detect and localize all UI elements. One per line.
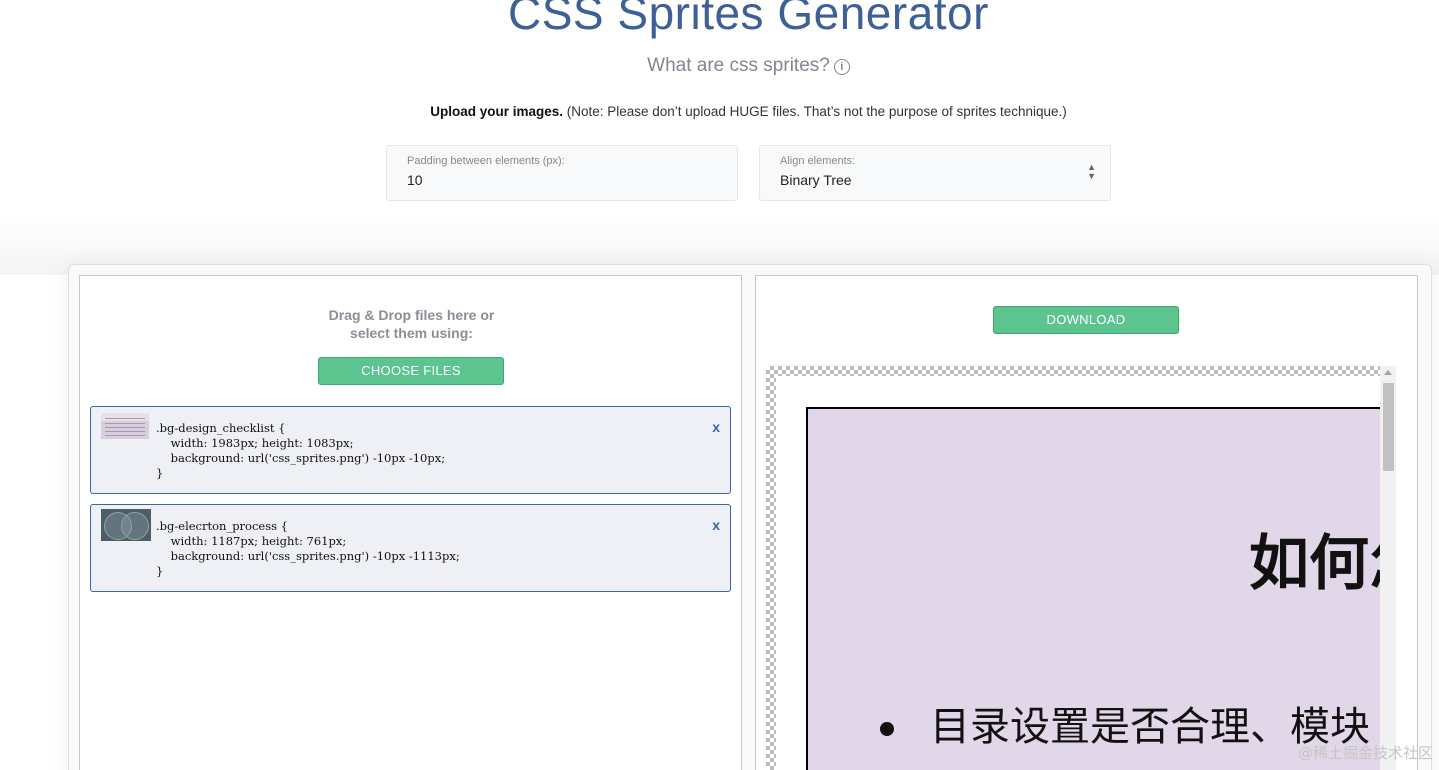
watermark: @稀土掘金技术社区 xyxy=(1297,744,1433,762)
sprite-thumbnail xyxy=(101,509,151,541)
preview-panel: DOWNLOAD 如何怎 目录设置是否合理、模块 xyxy=(755,275,1418,770)
padding-field[interactable]: Padding between elements (px): 10 xyxy=(386,145,738,201)
info-icon[interactable]: i xyxy=(833,59,850,75)
preview-canvas: 如何怎 目录设置是否合理、模块 xyxy=(776,376,1392,770)
scroll-thumb[interactable] xyxy=(1383,383,1394,471)
drop-text-line1: Drag & Drop files here or xyxy=(328,307,495,323)
sprite-preview[interactable]: 如何怎 目录设置是否合理、模块 xyxy=(766,366,1392,770)
scroll-up-icon[interactable] xyxy=(1384,370,1392,375)
upload-note-bold: Upload your images. xyxy=(430,104,563,119)
choose-files-button[interactable]: CHOOSE FILES xyxy=(318,357,504,385)
padding-input[interactable]: 10 xyxy=(407,172,717,188)
align-label: Align elements: xyxy=(780,155,856,167)
sprite-thumbnail xyxy=(101,413,149,439)
sprite-image: 如何怎 目录设置是否合理、模块 xyxy=(806,407,1392,770)
sprite-item[interactable]: .bg-design_checklist { width: 1983px; he… xyxy=(90,406,731,494)
align-select[interactable]: Align elements: Binary Tree ▲ ▼ xyxy=(759,145,1111,201)
download-button[interactable]: DOWNLOAD xyxy=(993,306,1179,334)
upload-note: Upload your images. (Note: Please don’t … xyxy=(0,104,1439,119)
subtitle-text[interactable]: What are css sprites? xyxy=(647,55,830,76)
page: CSS Sprites Generator What are css sprit… xyxy=(0,0,1439,770)
subtitle-link[interactable]: What are css sprites? i xyxy=(0,55,1439,77)
page-title: CSS Sprites Generator xyxy=(508,0,989,39)
align-value[interactable]: Binary Tree xyxy=(780,172,1090,188)
padding-label: Padding between elements (px): xyxy=(407,155,565,167)
remove-item-icon[interactable]: x xyxy=(712,419,720,435)
preview-scrollbar[interactable] xyxy=(1380,366,1396,770)
remove-item-icon[interactable]: x xyxy=(712,517,720,533)
select-arrows-icon[interactable]: ▲ ▼ xyxy=(1087,163,1096,181)
drop-zone-text: Drag & Drop files here or select them us… xyxy=(80,306,743,342)
bullet-icon xyxy=(880,722,894,736)
upload-note-text: (Note: Please don’t upload HUGE files. T… xyxy=(562,104,1067,119)
sprite-css-code: .bg-design_checklist { width: 1983px; he… xyxy=(156,421,446,480)
sprite-item[interactable]: .bg-elecrton_process { width: 1187px; he… xyxy=(90,504,731,592)
sprite-image-bullet: 目录设置是否合理、模块 xyxy=(880,694,1370,752)
drop-text-line2: select them using: xyxy=(350,325,473,341)
sprite-css-code: .bg-elecrton_process { width: 1187px; he… xyxy=(156,519,460,578)
sprite-image-heading: 如何怎 xyxy=(1249,529,1392,599)
upload-panel[interactable]: Drag & Drop files here or select them us… xyxy=(79,275,742,770)
